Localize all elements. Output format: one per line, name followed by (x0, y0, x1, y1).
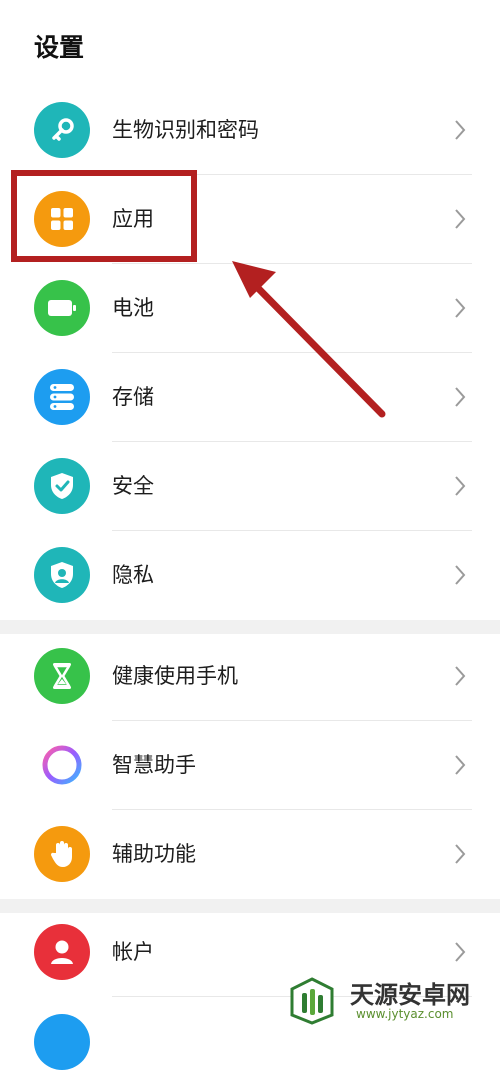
watermark-logo-icon (290, 977, 334, 1025)
watermark-brand: 天源安卓网 (350, 981, 470, 1009)
annotation-arrow (232, 261, 386, 418)
watermark-url: www.jytyaz.com (356, 1007, 454, 1021)
watermark: 天源安卓网 www.jytyaz.com (282, 975, 492, 1027)
